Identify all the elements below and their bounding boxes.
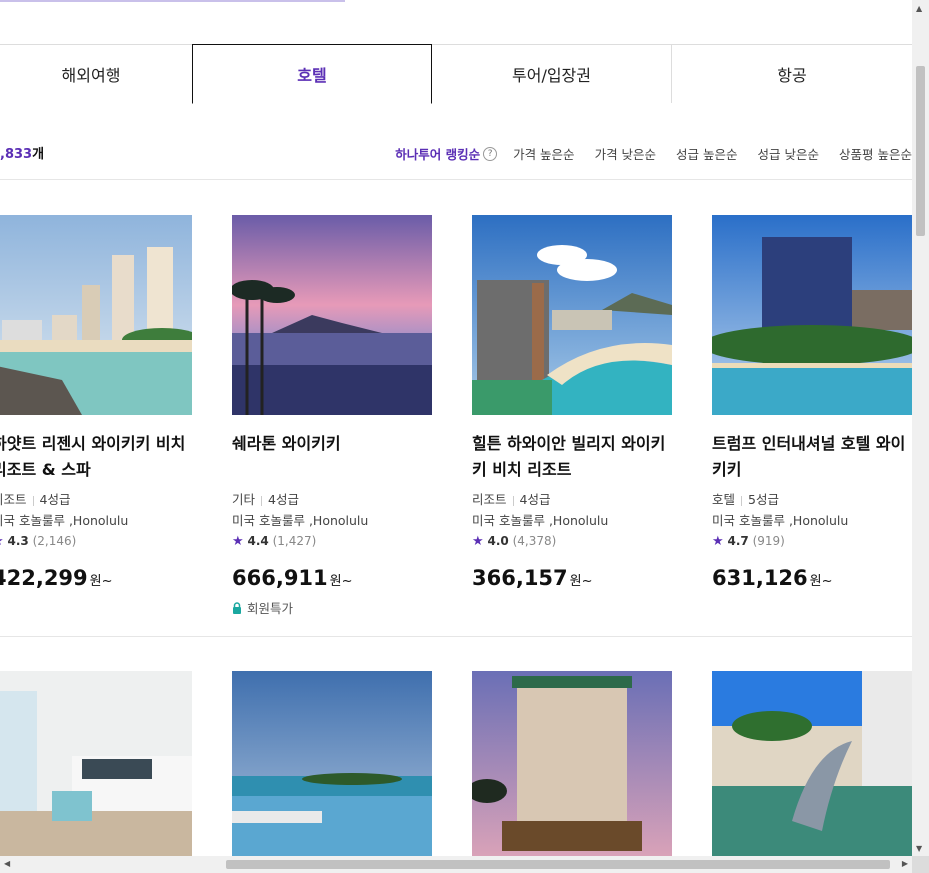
hotel-card[interactable]: 하얏트 리젠시 와이키키 비치 리조트 & 스파 리조트4성급 미국 호놀룰루 …: [0, 215, 192, 590]
hotel-card[interactable]: [0, 671, 192, 871]
scroll-down-icon[interactable]: ▼: [916, 844, 922, 853]
vertical-scrollbar[interactable]: ▲ ▼: [912, 0, 929, 873]
sort-ranking[interactable]: 하나투어 랭킹순: [395, 144, 480, 163]
top-accent-line: [0, 0, 345, 2]
scrollbar-corner: [912, 856, 929, 873]
hotel-name[interactable]: 힐튼 하와이안 빌리지 와이키키 비치 리조트: [472, 431, 672, 483]
hotel-image[interactable]: [472, 671, 672, 871]
horizontal-scroll-thumb[interactable]: [226, 860, 890, 869]
hotel-name[interactable]: 트럼프 인터내셔널 호텔 와이키키: [712, 431, 912, 483]
star-icon: ★: [472, 534, 484, 549]
horizontal-scrollbar[interactable]: ◀ ▶: [0, 856, 912, 873]
hotel-type-grade: 리조트4성급: [472, 492, 551, 507]
hotel-location: 미국 호놀룰루 ,Honolulu: [232, 513, 369, 528]
scroll-up-icon[interactable]: ▲: [916, 4, 922, 13]
member-deal-badge: 회원특가: [232, 598, 432, 617]
sort-review-high[interactable]: 상품평 높은순: [839, 144, 912, 163]
hotel-card[interactable]: 힐튼 하와이안 빌리지 와이키키 비치 리조트 리조트 4성급 미국 호놀룰루 ,…: [472, 215, 672, 590]
sort-grade-low[interactable]: 성급 낮은순: [758, 144, 819, 163]
hotel-name[interactable]: 하얏트 리젠시 와이키키 비치 리조트 & 스파: [0, 431, 192, 483]
hotel-image[interactable]: [472, 215, 672, 415]
hotel-location: 미국 호놀룰루 ,Honolulu: [472, 513, 609, 528]
hotel-location: 미국 호놀룰루 ,Honolulu: [0, 513, 129, 528]
result-count: ,833개: [0, 147, 45, 162]
scroll-left-icon[interactable]: ◀: [4, 859, 10, 868]
tab-hotel[interactable]: 호텔: [192, 44, 432, 104]
tab-tour-tickets[interactable]: 투어/입장권: [432, 44, 672, 103]
hotel-price: 666,911 원~: [232, 566, 353, 590]
hotel-location: 미국 호놀룰루 ,Honolulu: [712, 513, 849, 528]
hotel-price: 366,157 원~: [472, 566, 593, 590]
star-icon: ★: [0, 534, 4, 549]
sort-price-low[interactable]: 가격 낮은순: [595, 144, 656, 163]
hotel-image[interactable]: [0, 671, 192, 871]
hotel-image[interactable]: [712, 671, 912, 871]
star-icon: ★: [712, 534, 724, 549]
row-divider: [0, 636, 912, 637]
scroll-right-icon[interactable]: ▶: [902, 859, 908, 868]
help-icon[interactable]: ?: [483, 146, 498, 161]
category-tabs: 해외여행 호텔 투어/입장권 항공: [0, 44, 912, 104]
hotel-image[interactable]: [232, 215, 432, 415]
hotel-card[interactable]: 쉐라톤 와이키키 기타 4성급 미국 호놀룰루 ,Honolulu ★ 4.4 (…: [232, 215, 432, 617]
sort-grade-high[interactable]: 성급 높은순: [676, 144, 737, 163]
lock-icon: [232, 601, 242, 614]
sort-price-high[interactable]: 가격 높은순: [513, 144, 574, 163]
hotel-rating: ★ 4.0 (4,378): [472, 534, 557, 549]
star-icon: ★: [232, 534, 244, 549]
sort-options: 하나투어 랭킹순 ? 가격 높은순 가격 낮은순 성급 높은순 성급 낮은순 상…: [395, 144, 912, 163]
tab-overseas-travel[interactable]: 해외여행: [0, 44, 192, 103]
hotel-rating: ★ 4.7 (919): [712, 534, 785, 549]
hotel-price: 631,126 원~: [712, 566, 833, 590]
result-sort-bar: ,833개 하나투어 랭킹순 ? 가격 높은순 가격 낮은순 성급 높은순 성급…: [0, 140, 912, 180]
tab-flights[interactable]: 항공: [672, 44, 912, 103]
hotel-type-grade: 리조트4성급: [0, 492, 71, 507]
hotel-card[interactable]: 트럼프 인터내셔널 호텔 와이키키 호텔 5성급 미국 호놀룰루 ,Honolul…: [712, 215, 912, 590]
hotel-card[interactable]: [232, 671, 432, 871]
hotel-card[interactable]: [712, 671, 912, 871]
hotel-type-grade: 호텔 5성급: [712, 492, 779, 507]
hotel-rating: ★ 4.3 (2,146): [0, 531, 192, 552]
hotel-image[interactable]: [712, 215, 912, 415]
hotel-type-grade: 기타 4성급: [232, 492, 299, 507]
hotel-name[interactable]: 쉐라톤 와이키키: [232, 431, 432, 483]
hotel-card[interactable]: [472, 671, 672, 871]
hotel-rating: ★ 4.4 (1,427): [232, 534, 317, 549]
hotel-image[interactable]: [232, 671, 432, 871]
vertical-scroll-thumb[interactable]: [916, 66, 925, 236]
hotel-price: 422,299 원~: [0, 566, 113, 590]
hotel-image[interactable]: [0, 215, 192, 415]
